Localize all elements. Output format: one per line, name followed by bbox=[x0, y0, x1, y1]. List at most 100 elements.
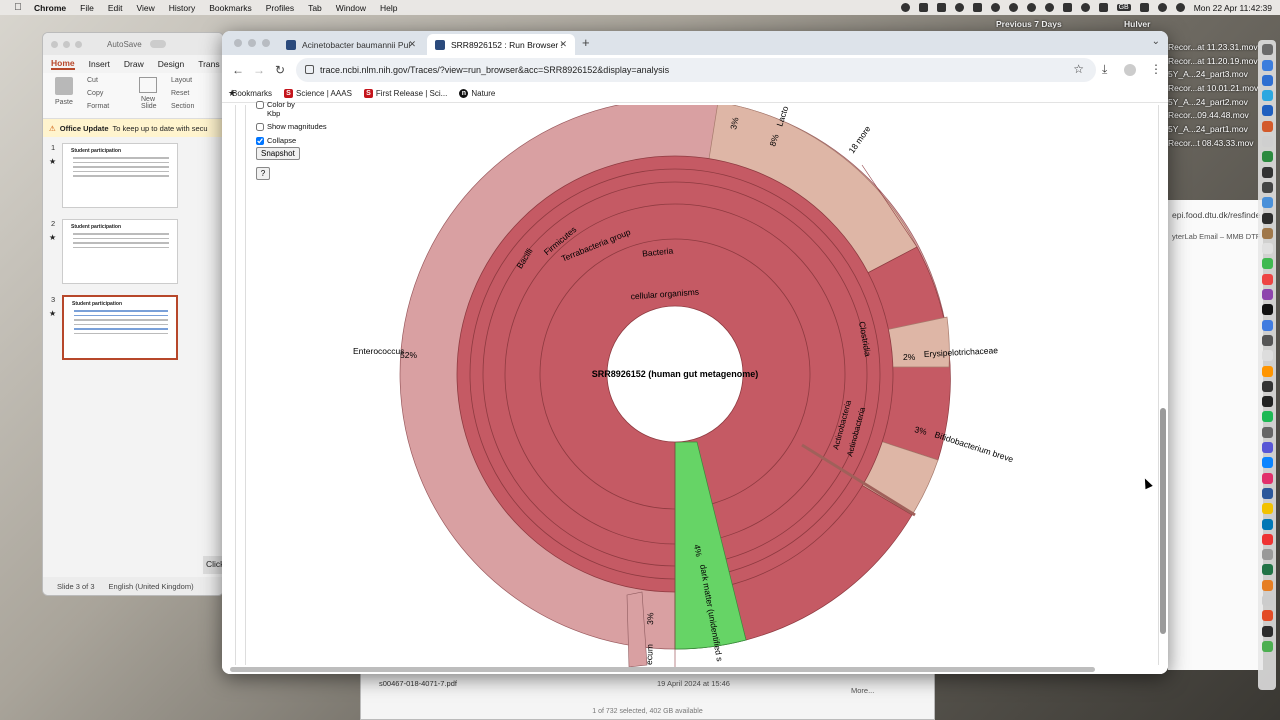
app-icon[interactable] bbox=[1261, 319, 1273, 331]
collapse-checkbox[interactable] bbox=[256, 136, 264, 145]
finder-window[interactable]: s00467-018-4071-7.pdf 19 April 2024 at 1… bbox=[360, 672, 935, 720]
autosave-toggle[interactable] bbox=[149, 40, 166, 48]
app-icon[interactable] bbox=[1261, 212, 1273, 224]
finder-more-button[interactable]: More... bbox=[851, 686, 874, 695]
app-icon[interactable] bbox=[1261, 258, 1273, 270]
app-icon[interactable] bbox=[1261, 396, 1273, 408]
tab-transitions[interactable]: Trans bbox=[198, 59, 219, 69]
desktop-file[interactable]: 5Y_A...24_part1.mov bbox=[1168, 124, 1258, 138]
app-icon[interactable] bbox=[1261, 304, 1273, 316]
cut-button[interactable]: Cut bbox=[87, 77, 98, 84]
bookmark-science[interactable]: S Science | AAAS bbox=[284, 89, 352, 98]
app-icon[interactable] bbox=[1261, 564, 1273, 576]
menu-tab[interactable]: Tab bbox=[308, 3, 322, 13]
app-icon[interactable] bbox=[1261, 227, 1273, 239]
app-icon[interactable] bbox=[1261, 197, 1273, 209]
menu-profiles[interactable]: Profiles bbox=[266, 3, 294, 13]
color-by-checkbox[interactable] bbox=[256, 100, 264, 109]
app-icon[interactable] bbox=[1261, 640, 1273, 652]
app-icon[interactable] bbox=[1261, 243, 1273, 255]
section-button[interactable]: Section bbox=[171, 103, 194, 110]
app-icon[interactable] bbox=[1261, 503, 1273, 515]
app-icon[interactable] bbox=[1261, 380, 1273, 392]
minimize-button[interactable] bbox=[63, 40, 70, 48]
vertical-scrollbar[interactable] bbox=[1160, 408, 1166, 634]
app-icon[interactable] bbox=[1261, 289, 1273, 301]
close-button[interactable] bbox=[51, 40, 58, 48]
extension-icon[interactable] bbox=[918, 3, 928, 12]
menu-edit[interactable]: Edit bbox=[108, 3, 123, 13]
color-by-option[interactable]: Color by bbox=[256, 100, 295, 109]
profile-avatar[interactable] bbox=[1124, 64, 1136, 76]
close-tab-icon[interactable]: ✕ bbox=[408, 39, 416, 50]
menu-view[interactable]: View bbox=[136, 3, 154, 13]
siri-icon[interactable] bbox=[1175, 3, 1185, 12]
background-browser-window[interactable]: epi.food.dtu.dk/resfinde yterLab Email –… bbox=[1168, 200, 1263, 670]
control-center-icon[interactable] bbox=[1139, 3, 1149, 12]
download-icon[interactable]: ⤓ bbox=[1102, 62, 1107, 77]
app-icon[interactable] bbox=[1261, 350, 1273, 362]
desktop-file[interactable]: Recor...09.44.48.mov bbox=[1168, 110, 1258, 124]
chrome-menu-icon[interactable]: ⋮ bbox=[1150, 62, 1162, 76]
app-icon[interactable] bbox=[1261, 120, 1273, 132]
paste-button[interactable]: Paste bbox=[55, 99, 73, 106]
wifi-icon[interactable] bbox=[1080, 3, 1090, 12]
app-icon[interactable] bbox=[1261, 44, 1273, 56]
zoom-button[interactable] bbox=[75, 40, 82, 48]
close-tab-icon[interactable]: ✕ bbox=[559, 39, 567, 50]
shield-icon[interactable] bbox=[936, 3, 946, 12]
reload-button[interactable]: ↻ bbox=[275, 63, 285, 77]
app-icon[interactable] bbox=[1261, 411, 1273, 423]
office-update-banner[interactable]: ⚠ Office Update To keep up to date with … bbox=[43, 119, 223, 137]
app-icon[interactable] bbox=[1261, 365, 1273, 377]
app-icon[interactable] bbox=[1261, 181, 1273, 193]
slide-thumbnail[interactable]: Student participation bbox=[62, 219, 178, 284]
menu-history[interactable]: History bbox=[169, 3, 195, 13]
desktop-file[interactable]: Recor...at 10.01.21.mov bbox=[1168, 83, 1258, 97]
slide-thumbnail[interactable]: Student participation bbox=[62, 143, 178, 208]
menu-window[interactable]: Window bbox=[336, 3, 366, 13]
app-icon[interactable] bbox=[1261, 457, 1273, 469]
show-magnitudes-option[interactable]: Show magnitudes bbox=[256, 122, 327, 131]
bookmark-first-release[interactable]: S First Release | Sci... bbox=[363, 89, 447, 98]
show-magnitudes-checkbox[interactable] bbox=[256, 122, 264, 131]
app-icon[interactable] bbox=[1261, 549, 1273, 561]
slide-thumbnail-selected[interactable]: Student participation bbox=[62, 295, 178, 360]
app-icon[interactable] bbox=[1261, 273, 1273, 285]
play-icon[interactable] bbox=[1026, 3, 1036, 12]
help-button[interactable]: ? bbox=[256, 167, 270, 180]
search-icon[interactable] bbox=[1157, 3, 1167, 12]
app-icon[interactable] bbox=[1261, 487, 1273, 499]
menu-bookmarks[interactable]: Bookmarks bbox=[209, 3, 252, 13]
bookmarks-folder[interactable]: ★ Bookmarks bbox=[228, 88, 272, 98]
bookmark-star-icon[interactable]: ☆ bbox=[1073, 62, 1084, 76]
app-icon[interactable] bbox=[1261, 610, 1273, 622]
snapshot-button[interactable]: Snapshot bbox=[256, 147, 300, 160]
record-icon[interactable] bbox=[900, 3, 910, 12]
app-icon[interactable] bbox=[1261, 442, 1273, 454]
app-icon[interactable] bbox=[1261, 518, 1273, 530]
tab-run-browser[interactable]: SRR8926152 : Run Browser : ✕ bbox=[427, 34, 575, 55]
zoom-button[interactable] bbox=[262, 39, 270, 47]
app-icon[interactable] bbox=[1261, 90, 1273, 102]
layout-button[interactable]: Layout bbox=[171, 77, 192, 84]
cloud-icon[interactable] bbox=[954, 3, 964, 12]
menu-help[interactable]: Help bbox=[380, 3, 397, 13]
language-label[interactable]: English (United Kingdom) bbox=[109, 582, 194, 591]
format-painter-button[interactable]: Format bbox=[87, 103, 109, 110]
minimize-button[interactable] bbox=[248, 39, 256, 47]
bluetooth-icon[interactable] bbox=[1044, 3, 1054, 12]
menu-file[interactable]: File bbox=[80, 3, 94, 13]
bookmark-nature[interactable]: n Nature bbox=[459, 89, 495, 98]
app-icon[interactable] bbox=[1261, 334, 1273, 346]
reset-button[interactable]: Reset bbox=[171, 90, 189, 97]
krona-chart[interactable]: SRR8926152 (human gut metagenome) cellul… bbox=[222, 105, 1168, 667]
forward-button[interactable]: → bbox=[253, 63, 265, 77]
close-button[interactable] bbox=[234, 39, 242, 47]
app-icon[interactable] bbox=[1261, 151, 1273, 163]
tab-search-chevron-icon[interactable]: ⌄ bbox=[1152, 36, 1160, 47]
tab-design[interactable]: Design bbox=[158, 59, 184, 69]
url-text[interactable]: trace.ncbi.nlm.nih.gov/Traces/?view=run_… bbox=[320, 65, 669, 75]
desktop-file[interactable]: Recor...at 11.20.19.mov bbox=[1168, 56, 1258, 70]
app-icon[interactable] bbox=[1261, 594, 1273, 606]
